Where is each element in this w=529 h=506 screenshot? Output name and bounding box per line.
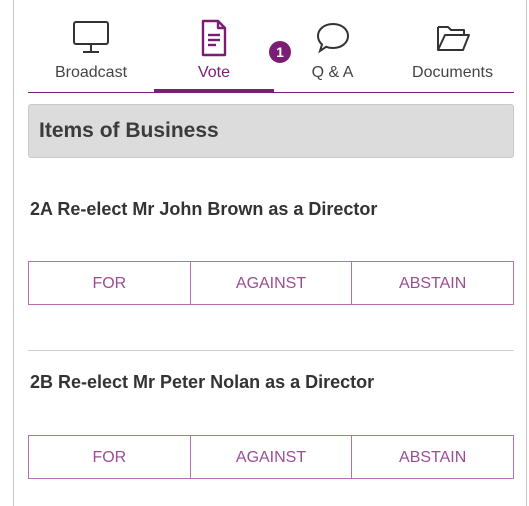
monitor-icon bbox=[73, 21, 109, 53]
vote-for-button[interactable]: FOR bbox=[29, 262, 191, 304]
resolution-title-2b: 2B Re-elect Mr Peter Nolan as a Director bbox=[30, 372, 375, 392]
speech-bubble-icon bbox=[316, 22, 349, 54]
vote-for-button[interactable]: FOR bbox=[29, 436, 191, 478]
tab-documents[interactable]: Documents bbox=[391, 0, 514, 92]
tab-label-broadcast: Broadcast bbox=[54, 64, 128, 81]
vote-abstain-button[interactable]: ABSTAIN bbox=[352, 436, 514, 478]
tab-bar: Broadcast Vote Q & A Documents 1 bbox=[28, 0, 514, 93]
divider bbox=[28, 350, 514, 351]
tab-label-documents: Documents bbox=[412, 64, 493, 81]
tab-broadcast[interactable]: Broadcast bbox=[28, 0, 154, 92]
vote-button-group-2b: FOR AGAINST ABSTAIN bbox=[28, 435, 514, 479]
vote-abstain-button[interactable]: ABSTAIN bbox=[352, 262, 514, 304]
tab-label-vote: Vote bbox=[197, 64, 231, 81]
document-icon bbox=[201, 19, 227, 57]
tab-label-qa: Q & A bbox=[311, 64, 354, 81]
vote-against-button[interactable]: AGAINST bbox=[190, 262, 353, 304]
vote-against-button[interactable]: AGAINST bbox=[190, 436, 353, 478]
section-header: Items of Business bbox=[28, 104, 514, 158]
folder-icon bbox=[436, 26, 470, 51]
resolution-title-2a: 2A Re-elect Mr John Brown as a Director bbox=[30, 199, 378, 219]
section-title: Items of Business bbox=[39, 119, 219, 142]
active-tab-indicator bbox=[154, 89, 274, 92]
vote-count-badge: 1 bbox=[267, 39, 293, 65]
vote-button-group-2a: FOR AGAINST ABSTAIN bbox=[28, 261, 514, 305]
tab-vote[interactable]: Vote bbox=[154, 0, 274, 92]
app-frame: Broadcast Vote Q & A Documents 1 Items o… bbox=[0, 0, 529, 506]
